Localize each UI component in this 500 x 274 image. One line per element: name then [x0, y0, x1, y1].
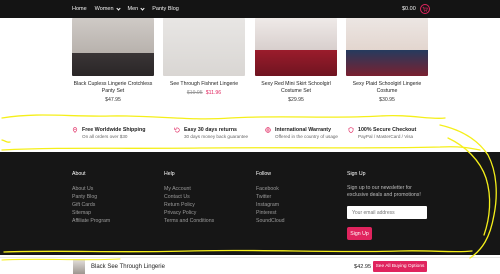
feature-title: Easy 30 days returns — [184, 127, 237, 133]
product-card[interactable]: Sexy Red Mini Skirt Schoolgirl Costume S… — [255, 18, 337, 106]
footer-heading: About — [72, 171, 86, 177]
feature-secure-checkout: 100% Secure Checkout PayPal / MasterCard… — [348, 127, 416, 139]
footer-link-terms[interactable]: Terms and Conditions — [164, 217, 214, 225]
sticky-product-thumbnail — [73, 259, 85, 274]
product-title[interactable]: Sexy Plaid Schoolgirl Lingerie Costume — [346, 81, 428, 95]
footer-link-panty-blog[interactable]: Panty Blog — [72, 193, 110, 201]
feature-title: 100% Secure Checkout — [358, 127, 417, 133]
nav-item-label: Home — [72, 6, 87, 12]
globe-icon — [265, 127, 271, 133]
footer-help-column: Help My Account Contact Us Return Policy… — [164, 171, 214, 225]
nav-item-women[interactable]: Women — [94, 5, 121, 12]
cart-icon[interactable] — [419, 4, 430, 14]
footer-link-instagram[interactable]: Instagram — [256, 201, 285, 209]
footer-heading: Sign Up — [347, 171, 366, 177]
footer-heading: Help — [164, 171, 175, 177]
sticky-product-price: $42.95 — [354, 264, 372, 270]
product-old-price: $19.95 — [186, 90, 203, 96]
product-title[interactable]: Sexy Red Mini Skirt Schoolgirl Costume S… — [255, 81, 337, 95]
footer: About About Us Panty Blog Gift Cards Sit… — [0, 152, 500, 255]
feature-subtitle: On all orders over $30 — [82, 134, 128, 139]
footer-link-about-us[interactable]: About Us — [72, 185, 110, 193]
signup-button[interactable]: Sign Up — [347, 227, 372, 240]
product-price: $29.95 — [255, 97, 337, 103]
chevron-down-icon — [140, 5, 145, 11]
product-grid: Black Cupless Lingerie Crotchless Panty … — [72, 18, 429, 106]
footer-link-gift-cards[interactable]: Gift Cards — [72, 201, 110, 209]
product-price-value: $29.95 — [288, 97, 304, 103]
map-pin-icon — [72, 127, 78, 133]
feature-text: 100% Secure Checkout PayPal / MasterCard… — [358, 127, 416, 139]
product-price-value: $47.95 — [105, 97, 121, 103]
main-nav: Home Women Men Panty Blog — [72, 0, 179, 18]
footer-heading: Follow — [256, 171, 271, 177]
product-card[interactable]: Black Cupless Lingerie Crotchless Panty … — [72, 18, 154, 106]
see-all-buying-options-button[interactable]: See All Buying Options — [373, 261, 427, 272]
product-card[interactable]: See Through Fishnet Lingerie $19.95 $11.9… — [163, 18, 245, 106]
product-image[interactable] — [72, 18, 154, 76]
footer-about-column: About About Us Panty Blog Gift Cards Sit… — [72, 171, 110, 225]
top-navigation-bar: Home Women Men Panty Blog $0.00 — [0, 0, 500, 18]
cart-icon-glyph — [422, 6, 428, 12]
chevron-down-icon — [115, 5, 121, 11]
footer-link-twitter[interactable]: Twitter — [256, 193, 285, 201]
nav-item-panty-blog[interactable]: Panty Blog — [152, 6, 179, 12]
feature-shipping: Free Worldwide Shipping On all orders ov… — [72, 127, 145, 139]
footer-link-soundcloud[interactable]: SoundCloud — [256, 217, 285, 225]
product-card[interactable]: Sexy Plaid Schoolgirl Lingerie Costume $… — [346, 18, 428, 106]
feature-subtitle: PayPal / MasterCard / Visa — [358, 134, 414, 139]
footer-link-pinterest[interactable]: Pinterest — [256, 209, 285, 217]
nav-item-men[interactable]: Men — [127, 5, 145, 12]
product-image[interactable] — [346, 18, 428, 76]
product-price-value: $30.95 — [379, 97, 395, 103]
product-image[interactable] — [255, 18, 337, 76]
footer-signup-column: Sign Up Sign up to our newsletter for ex… — [347, 171, 429, 240]
product-price: $47.95 — [72, 97, 154, 103]
footer-link-contact-us[interactable]: Contact Us — [164, 193, 214, 201]
footer-link-affiliate-program[interactable]: Affiliate Program — [72, 217, 110, 225]
shield-icon — [348, 127, 354, 133]
return-arrow-icon — [174, 127, 180, 133]
feature-subtitle: Offered in the country of usage — [275, 134, 338, 139]
nav-item-label: Men — [127, 6, 139, 12]
product-price: $19.95 $11.96 — [163, 90, 245, 96]
feature-title: Free Worldwide Shipping — [82, 127, 146, 133]
footer-follow-column: Follow Facebook Twitter Instagram Pinter… — [256, 171, 285, 225]
signup-description: Sign up to our newsletter for exclusive … — [347, 185, 421, 198]
features-strip: Free Worldwide Shipping On all orders ov… — [72, 127, 432, 143]
cart[interactable]: $0.00 — [402, 4, 430, 14]
sticky-add-to-cart-bar: Black See Through Lingerie $42.95 See Al… — [0, 257, 500, 274]
feature-text: International Warranty Offered in the co… — [275, 127, 338, 139]
nav-item-label: Panty Blog — [152, 6, 179, 12]
footer-link-sitemap[interactable]: Sitemap — [72, 209, 110, 217]
sticky-product-name: Black See Through Lingerie — [91, 264, 165, 270]
feature-title: International Warranty — [275, 127, 332, 133]
footer-link-facebook[interactable]: Facebook — [256, 185, 285, 193]
feature-warranty: International Warranty Offered in the co… — [265, 127, 338, 139]
footer-link-return-policy[interactable]: Return Policy — [164, 201, 214, 209]
product-price: $30.95 — [346, 97, 428, 103]
feature-text: Free Worldwide Shipping On all orders ov… — [82, 127, 145, 139]
email-field[interactable] — [347, 206, 427, 219]
nav-item-home[interactable]: Home — [72, 6, 87, 12]
product-sale-price: $11.96 — [205, 90, 222, 96]
feature-returns: Easy 30 days returns 30 days money back … — [174, 127, 248, 139]
feature-text: Easy 30 days returns 30 days money back … — [184, 127, 248, 139]
nav-item-label: Women — [94, 6, 114, 12]
footer-link-privacy-policy[interactable]: Privacy Policy — [164, 209, 214, 217]
product-title[interactable]: See Through Fishnet Lingerie — [163, 81, 245, 88]
product-title[interactable]: Black Cupless Lingerie Crotchless Panty … — [72, 81, 154, 95]
cart-total: $0.00 — [402, 6, 416, 12]
product-image[interactable] — [163, 18, 245, 76]
page: Home Women Men Panty Blog $0.00 Black Cu… — [0, 0, 500, 274]
footer-link-my-account[interactable]: My Account — [164, 185, 214, 193]
feature-subtitle: 30 days money back guarantee — [184, 134, 249, 139]
